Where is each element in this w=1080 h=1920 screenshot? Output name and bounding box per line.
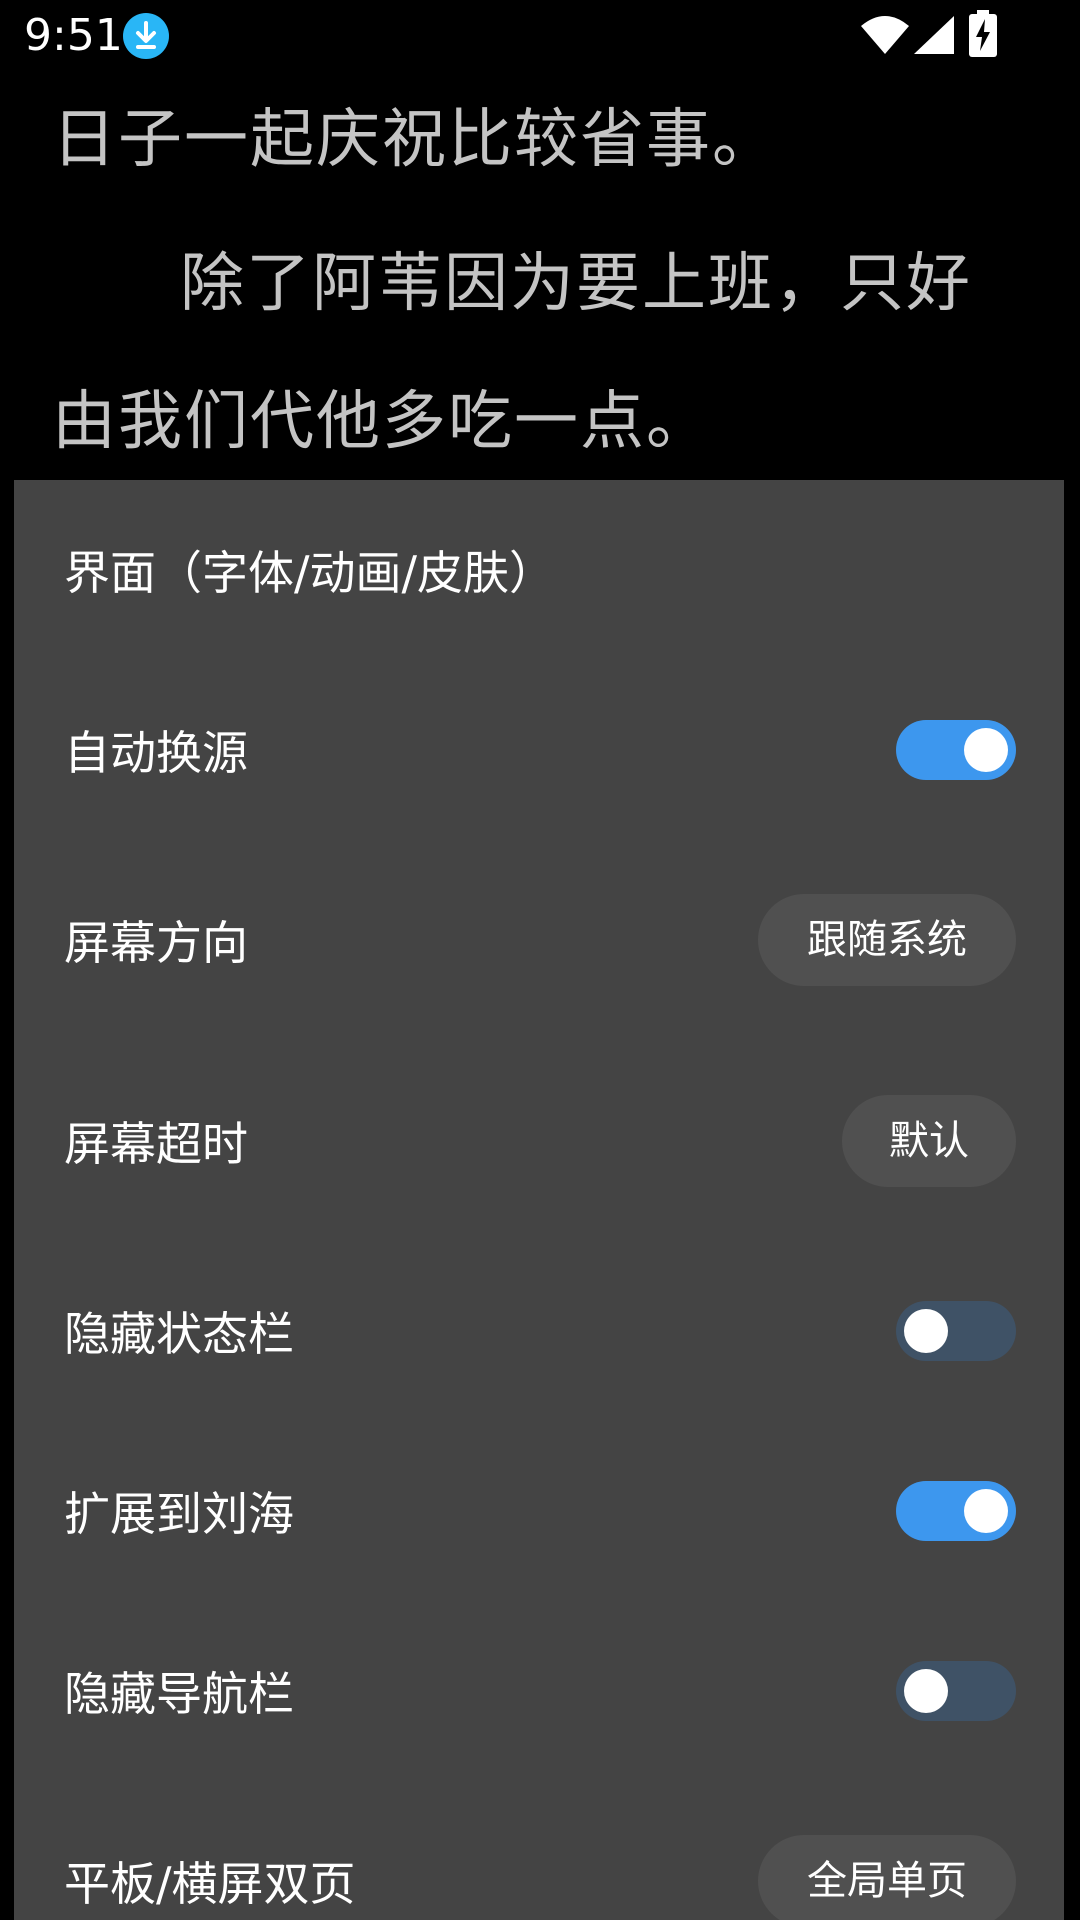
row-extend-to-notch[interactable]: 扩展到刘海	[14, 1451, 1064, 1571]
hide-status-bar-toggle[interactable]	[896, 1301, 1016, 1361]
dual-page-label: 平板/横屏双页	[64, 1857, 356, 1911]
extend-to-notch-toggle[interactable]	[896, 1481, 1016, 1541]
ui-settings-label: 界面（字体/动画/皮肤）	[64, 546, 555, 600]
status-bar: 9:51	[0, 0, 1080, 72]
status-time: 9:51	[24, 10, 123, 61]
reader-settings-panel: 界面（字体/动画/皮肤） 自动换源 屏幕方向 跟随系统 屏幕超时 默认 隐藏状态…	[14, 480, 1064, 1920]
screen: 日子一起庆祝比较省事。 除了阿苇因为要上班，只好 由我们代他多吃一点。 9:51…	[0, 0, 1080, 1920]
reader-line: 由我们代他多吃一点。	[52, 385, 712, 459]
row-hide-navigation-bar[interactable]: 隐藏导航栏	[14, 1631, 1064, 1751]
screen-orientation-select[interactable]: 跟随系统	[758, 894, 1016, 986]
toggle-knob	[904, 1669, 948, 1713]
toggle-knob	[964, 1489, 1008, 1533]
row-hide-status-bar[interactable]: 隐藏状态栏	[14, 1271, 1064, 1391]
toggle-knob	[904, 1309, 948, 1353]
row-screen-orientation[interactable]: 屏幕方向 跟随系统	[14, 880, 1064, 1000]
row-auto-change-source[interactable]: 自动换源	[14, 690, 1064, 810]
download-icon	[123, 13, 169, 59]
signal-icon	[914, 16, 954, 54]
toggle-knob	[964, 728, 1008, 772]
wifi-icon	[861, 16, 909, 54]
row-dual-page[interactable]: 平板/横屏双页 全局单页	[14, 1821, 1064, 1920]
hide-navigation-bar-label: 隐藏导航栏	[64, 1667, 294, 1721]
row-screen-timeout[interactable]: 屏幕超时 默认	[14, 1081, 1064, 1201]
reader-line: 除了阿苇因为要上班，只好	[180, 247, 972, 321]
hide-status-bar-label: 隐藏状态栏	[64, 1307, 294, 1361]
row-ui-settings[interactable]: 界面（字体/动画/皮肤）	[14, 510, 1064, 630]
screen-timeout-select[interactable]: 默认	[842, 1095, 1016, 1187]
extend-to-notch-label: 扩展到刘海	[64, 1487, 294, 1541]
hide-navigation-bar-toggle[interactable]	[896, 1661, 1016, 1721]
reader-line: 日子一起庆祝比较省事。	[52, 103, 778, 177]
battery-charging-icon	[969, 10, 997, 57]
screen-timeout-label: 屏幕超时	[64, 1117, 248, 1171]
dual-page-select[interactable]: 全局单页	[758, 1835, 1016, 1920]
screen-orientation-label: 屏幕方向	[64, 916, 248, 970]
auto-change-source-toggle[interactable]	[896, 720, 1016, 780]
reader-content[interactable]: 日子一起庆祝比较省事。 除了阿苇因为要上班，只好 由我们代他多吃一点。	[0, 0, 1080, 480]
auto-change-source-label: 自动换源	[64, 726, 248, 780]
